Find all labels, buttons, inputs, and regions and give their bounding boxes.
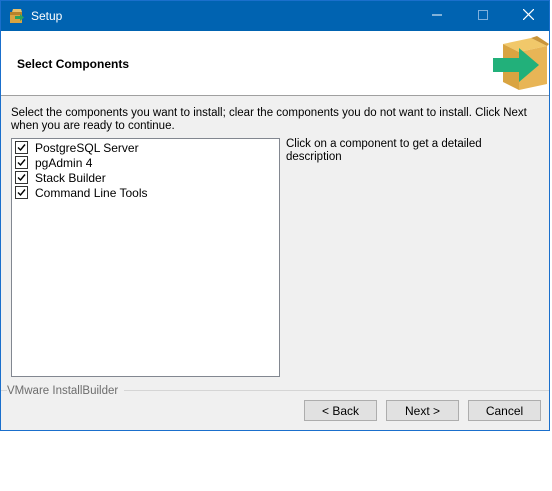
window-title: Setup: [31, 9, 63, 23]
back-button[interactable]: < Back: [304, 400, 377, 421]
component-checkbox[interactable]: [15, 186, 28, 199]
page-title: Select Components: [17, 57, 130, 71]
component-checkbox[interactable]: [15, 156, 28, 169]
minimize-button[interactable]: [414, 1, 460, 31]
component-label: PostgreSQL Server: [35, 140, 139, 155]
list-item[interactable]: Stack Builder: [15, 170, 106, 185]
list-item[interactable]: Command Line Tools: [15, 185, 148, 200]
cancel-button[interactable]: Cancel: [468, 400, 541, 421]
maximize-icon: [478, 7, 488, 25]
component-label: pgAdmin 4: [35, 155, 93, 170]
maximize-button[interactable]: [460, 1, 506, 31]
title-bar[interactable]: Setup: [1, 1, 549, 31]
component-label: Command Line Tools: [35, 185, 148, 200]
minimize-icon: [432, 7, 442, 25]
setup-app-icon: [9, 8, 25, 24]
page-header: Select Components: [1, 31, 549, 96]
instructions-text: Select the components you want to instal…: [11, 107, 527, 132]
setup-window: Setup Select Components Select the compo…: [0, 0, 550, 431]
component-description: Click on a component to get a detailed d…: [286, 138, 482, 163]
next-button[interactable]: Next >: [386, 400, 459, 421]
brand-label: VMware InstallBuilder: [7, 385, 125, 397]
close-icon: [522, 7, 534, 25]
list-item[interactable]: PostgreSQL Server: [15, 140, 139, 155]
component-label: Stack Builder: [35, 170, 106, 185]
component-checkbox[interactable]: [15, 171, 28, 184]
installer-box-arrow-icon: [491, 36, 549, 92]
component-list[interactable]: PostgreSQL Server pgAdmin 4 Stack Builde…: [11, 138, 280, 377]
close-button[interactable]: [505, 1, 551, 31]
component-checkbox[interactable]: [15, 141, 28, 154]
list-item[interactable]: pgAdmin 4: [15, 155, 92, 170]
